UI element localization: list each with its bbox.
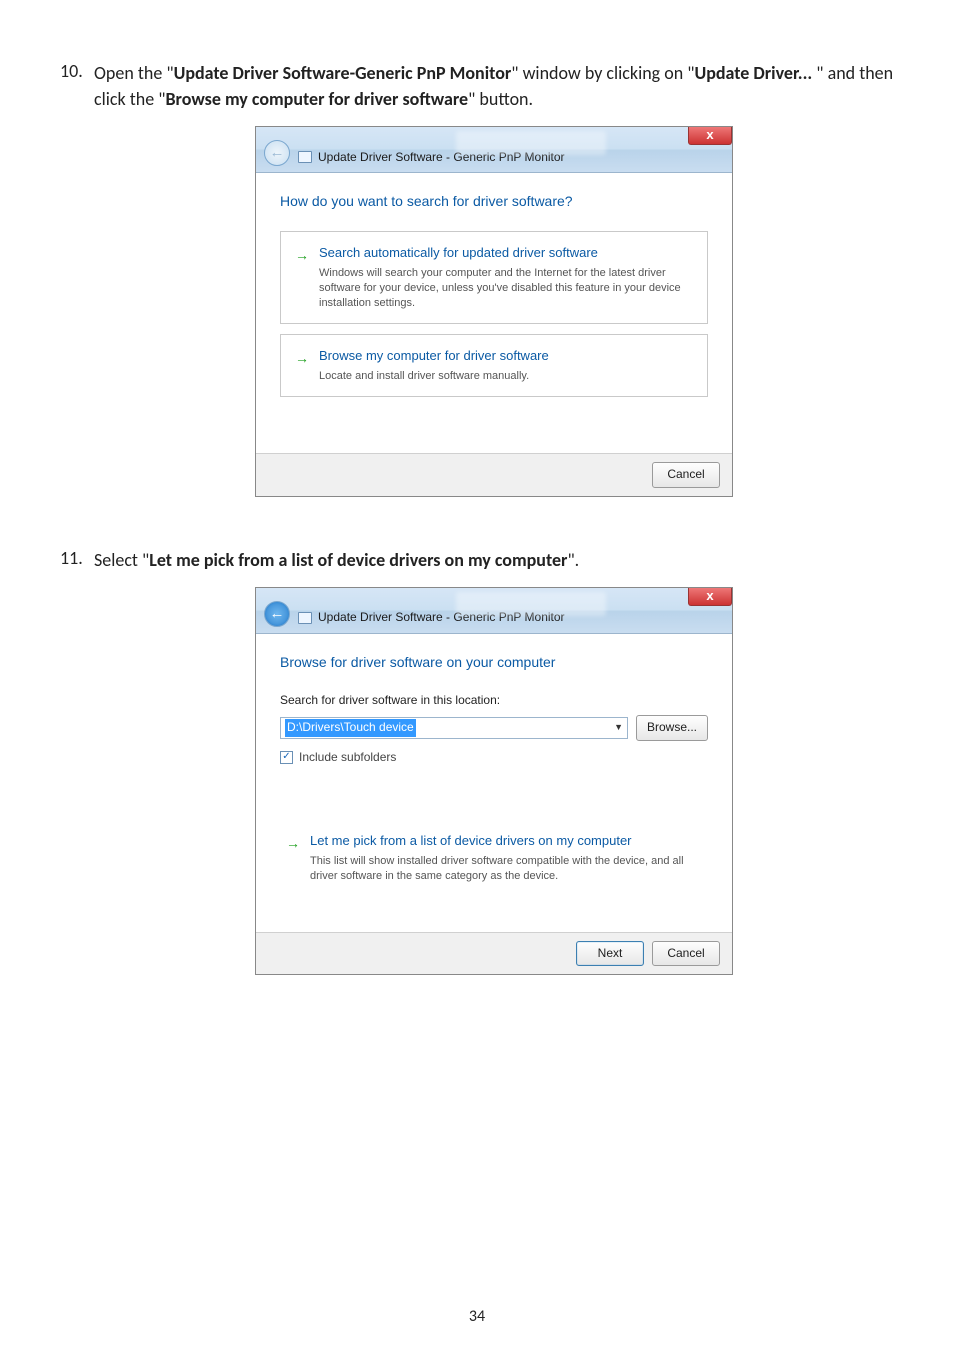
option-title: Browse my computer for driver software: [319, 347, 549, 366]
step-text: Open the "Update Driver Software-Generic…: [94, 60, 894, 527]
path-combobox[interactable]: D:\Drivers\Touch device ▼: [280, 717, 628, 739]
close-button[interactable]: x: [688, 127, 732, 145]
back-arrow-icon: ←: [270, 142, 285, 164]
monitor-icon: [298, 612, 312, 624]
option-description: This list will show installed driver sof…: [310, 854, 694, 884]
browse-button[interactable]: Browse...: [636, 715, 708, 740]
option-description: Locate and install driver software manua…: [319, 369, 549, 384]
option-let-me-pick[interactable]: → Let me pick from a list of device driv…: [280, 820, 708, 896]
arrow-right-icon: →: [295, 245, 309, 310]
arrow-right-icon: →: [286, 833, 300, 884]
back-button: ←: [264, 140, 290, 166]
include-subfolders-checkbox[interactable]: ✓: [280, 751, 293, 764]
search-location-label: Search for driver software in this locat…: [280, 692, 708, 709]
arrow-right-icon: →: [295, 348, 309, 384]
dialog-heading: Browse for driver software on your compu…: [280, 652, 708, 672]
chevron-down-icon[interactable]: ▼: [614, 721, 623, 734]
update-driver-window-step11: x ← Update Driver Software - Generic PnP…: [255, 587, 733, 975]
path-value: D:\Drivers\Touch device: [285, 719, 416, 736]
titlebar[interactable]: x ← Update Driver Software - Generic PnP…: [256, 127, 732, 173]
step-number: 10.: [60, 60, 94, 527]
cancel-button[interactable]: Cancel: [652, 462, 720, 487]
next-button[interactable]: Next: [576, 941, 644, 966]
titlebar-glass: [456, 592, 606, 616]
update-driver-window-step10: x ← Update Driver Software - Generic PnP…: [255, 126, 733, 496]
checkmark-icon: ✓: [282, 750, 290, 765]
step-text: Select "Let me pick from a list of devic…: [94, 547, 894, 1005]
titlebar-glass: [456, 131, 606, 155]
include-subfolders-label: Include subfolders: [299, 749, 396, 766]
cancel-button[interactable]: Cancel: [652, 941, 720, 966]
dialog-heading: How do you want to search for driver sof…: [280, 191, 708, 211]
monitor-icon: [298, 151, 312, 163]
back-arrow-icon: ←: [270, 603, 285, 625]
option-search-automatically[interactable]: → Search automatically for updated drive…: [280, 231, 708, 323]
back-button[interactable]: ←: [264, 601, 290, 627]
option-title: Search automatically for updated driver …: [319, 244, 693, 263]
page-number: 34: [0, 1307, 954, 1326]
option-browse-my-computer[interactable]: → Browse my computer for driver software…: [280, 334, 708, 397]
option-title: Let me pick from a list of device driver…: [310, 832, 694, 851]
close-button[interactable]: x: [688, 588, 732, 606]
step-number: 11.: [60, 547, 94, 1005]
option-description: Windows will search your computer and th…: [319, 266, 693, 311]
titlebar[interactable]: x ← Update Driver Software - Generic PnP…: [256, 588, 732, 634]
